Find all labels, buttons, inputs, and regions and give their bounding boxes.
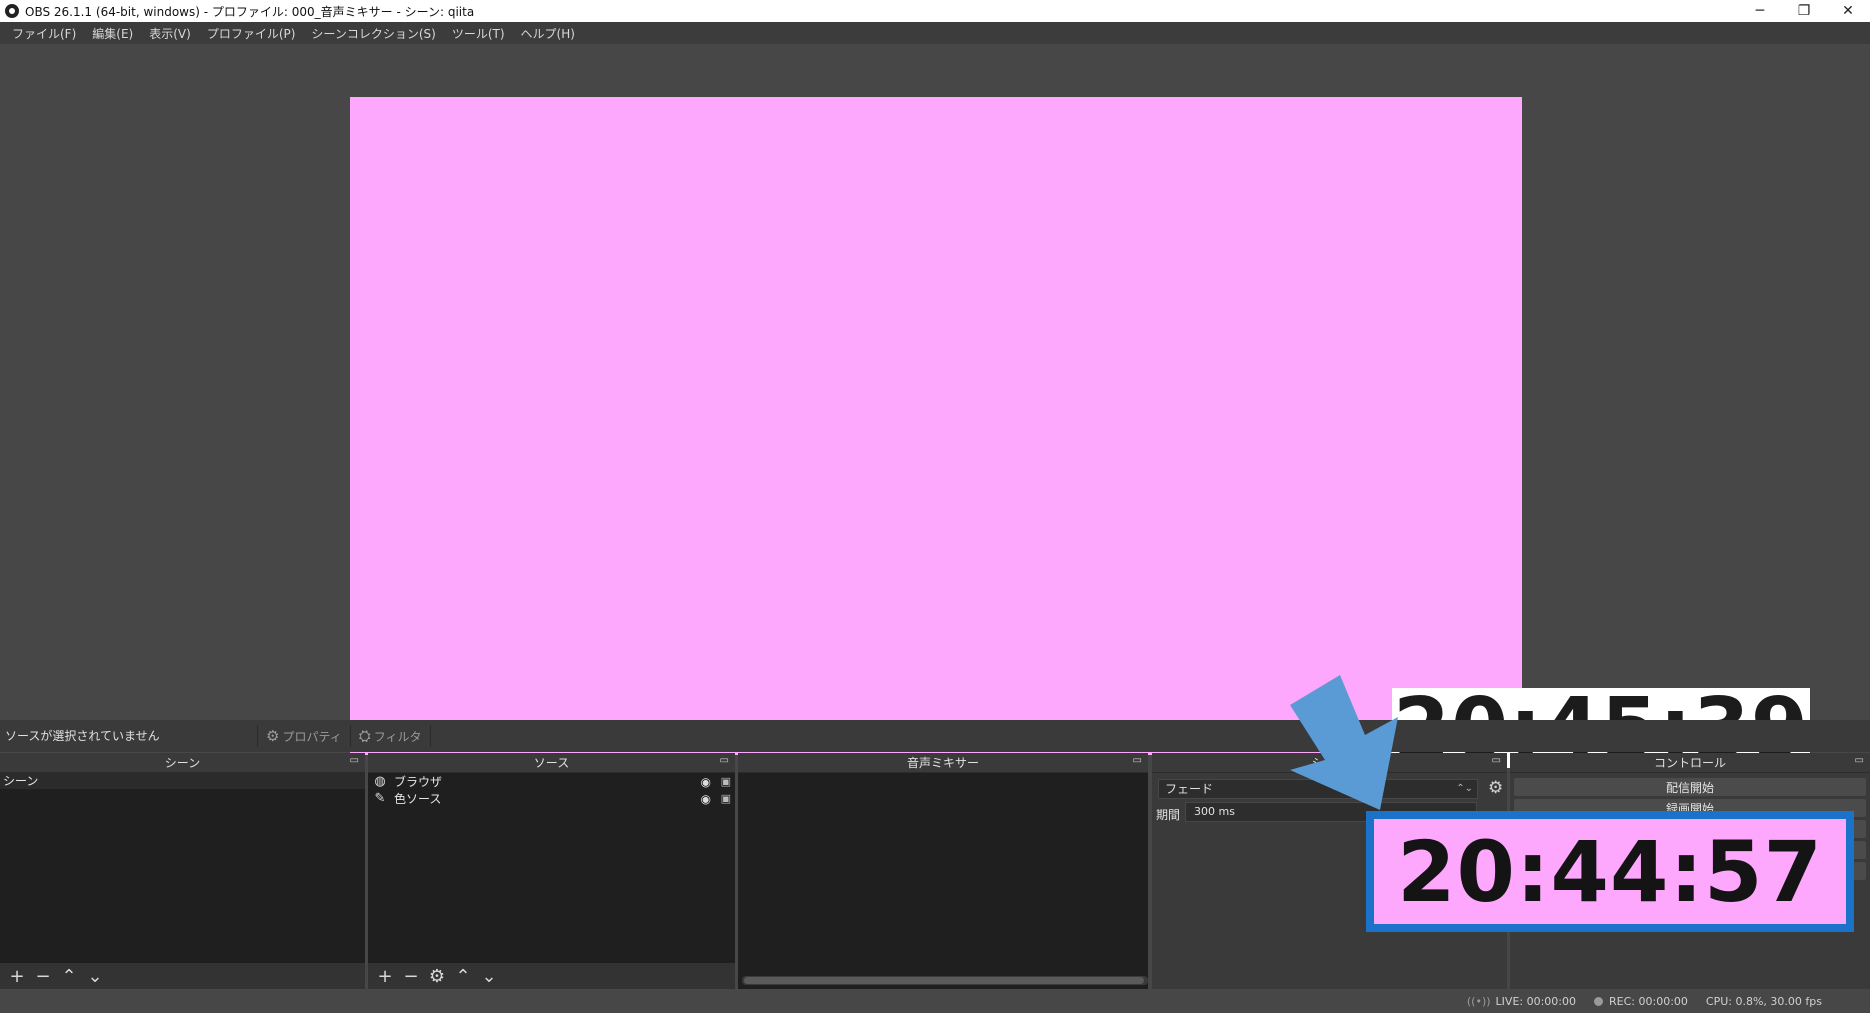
gear-icon: ⚙ bbox=[266, 727, 280, 745]
restore-button[interactable]: ❐ bbox=[1782, 0, 1826, 22]
dock-float-icon[interactable]: ▭ bbox=[720, 755, 729, 766]
source-context-bar: ソースが選択されていません ⚙ プロパティ ⛭ フィルタ bbox=[0, 720, 1870, 752]
menu-scene-collection[interactable]: シーンコレクション(S) bbox=[303, 25, 443, 42]
broadcast-icon: ((•)) bbox=[1466, 994, 1491, 1008]
scenes-list: シーン bbox=[0, 773, 365, 963]
add-source-button[interactable]: + bbox=[372, 965, 398, 987]
sources-list: ◍ ブラウザ ◉ ▣ ✎ 色ソース ◉ ▣ bbox=[368, 773, 735, 963]
controls-dock-header: コントロール ▭ bbox=[1510, 753, 1870, 773]
cpu-status: CPU: 0.8%, 30.00 fps bbox=[1706, 995, 1822, 1008]
duration-label: 期間 bbox=[1156, 808, 1181, 822]
gear-icon[interactable]: ⚙ bbox=[1488, 778, 1503, 798]
no-source-label: ソースが選択されていません bbox=[0, 725, 258, 747]
live-time: LIVE: 00:00:00 bbox=[1495, 994, 1577, 1008]
remove-source-button[interactable]: − bbox=[398, 965, 424, 987]
list-item[interactable]: ✎ 色ソース ◉ ▣ bbox=[368, 790, 735, 807]
filter-icon: ⛭ bbox=[358, 727, 371, 745]
add-scene-button[interactable]: + bbox=[4, 965, 30, 987]
mixer-dock-header: 音声ミキサー ▭ bbox=[738, 753, 1148, 773]
sources-dock-header: ソース ▭ bbox=[368, 753, 735, 773]
move-source-down-button[interactable]: ⌄ bbox=[476, 965, 502, 987]
dock-float-icon[interactable]: ▭ bbox=[1492, 755, 1501, 766]
audio-mixer-dock: 音声ミキサー ▭ bbox=[738, 753, 1148, 989]
mixer-dock-title: 音声ミキサー bbox=[906, 756, 979, 770]
source-label: 色ソース bbox=[394, 792, 442, 806]
remove-scene-button[interactable]: − bbox=[30, 965, 56, 987]
transition-selected-value: フェード bbox=[1165, 782, 1214, 796]
move-scene-down-button[interactable]: ⌄ bbox=[82, 965, 108, 987]
sources-dock: ソース ▭ ◍ ブラウザ ◉ ▣ ✎ 色ソース ◉ ▣ + − ⚙ ⌃ ⌄ bbox=[368, 753, 735, 989]
scenes-dock: シーン ▭ シーン + − ⌃ ⌄ bbox=[0, 753, 365, 989]
globe-icon: ◍ bbox=[374, 774, 386, 789]
status-bar: ((•)) LIVE: 00:00:00 REC: 00:00:00 CPU: … bbox=[0, 989, 1870, 1013]
controls-dock-title: コントロール bbox=[1653, 756, 1726, 770]
sources-dock-title: ソース bbox=[533, 756, 570, 770]
move-scene-up-button[interactable]: ⌃ bbox=[56, 965, 82, 987]
visibility-eye-icon[interactable]: ◉ bbox=[701, 775, 711, 789]
rec-status: REC: 00:00:00 bbox=[1594, 995, 1688, 1008]
properties-label: プロパティ bbox=[282, 729, 342, 744]
preview-canvas[interactable]: 20:45:39 bbox=[350, 97, 1810, 776]
dock-float-icon[interactable]: ▭ bbox=[1855, 755, 1864, 766]
scenes-dock-header: シーン ▭ bbox=[0, 753, 365, 773]
filters-button[interactable]: ⛭ フィルタ bbox=[351, 725, 431, 747]
sources-toolbar: + − ⚙ ⌃ ⌄ bbox=[368, 963, 735, 989]
scenes-dock-title: シーン bbox=[164, 756, 201, 770]
title-bar: OBS 26.1.1 (64-bit, windows) - プロファイル: 0… bbox=[0, 0, 1870, 22]
close-button[interactable]: ✕ bbox=[1826, 0, 1870, 22]
window-controls: ─ ❐ ✕ bbox=[1738, 0, 1870, 22]
menu-edit[interactable]: 編集(E) bbox=[84, 25, 141, 42]
cpu-fps: CPU: 0.8%, 30.00 fps bbox=[1705, 994, 1822, 1008]
live-status: ((•)) LIVE: 00:00:00 bbox=[1467, 995, 1576, 1008]
dock-float-icon[interactable]: ▭ bbox=[1133, 755, 1142, 766]
record-dot-icon bbox=[1594, 996, 1604, 1006]
list-item[interactable]: ◍ ブラウザ ◉ ▣ bbox=[368, 773, 735, 790]
preview-area: 20:45:39 bbox=[0, 44, 1870, 776]
start-streaming-button[interactable]: 配信開始 bbox=[1514, 778, 1866, 796]
chevron-updown-icon: ⌃⌄ bbox=[1456, 783, 1473, 794]
source-label: ブラウザ bbox=[394, 775, 443, 789]
window-title: OBS 26.1.1 (64-bit, windows) - プロファイル: 0… bbox=[25, 4, 475, 19]
menu-view[interactable]: 表示(V) bbox=[141, 25, 199, 42]
paint-brush-icon: ✎ bbox=[374, 791, 386, 806]
zoomed-clock-callout: 20:44:57 bbox=[1366, 811, 1854, 932]
rec-time: REC: 00:00:00 bbox=[1609, 994, 1688, 1008]
lock-icon[interactable]: ▣ bbox=[721, 775, 731, 788]
properties-button[interactable]: ⚙ プロパティ bbox=[258, 725, 351, 747]
lock-icon[interactable]: ▣ bbox=[721, 792, 731, 805]
move-source-up-button[interactable]: ⌃ bbox=[450, 965, 476, 987]
annotation-arrow-icon bbox=[1290, 675, 1398, 810]
source-properties-button[interactable]: ⚙ bbox=[424, 965, 450, 987]
scenes-toolbar: + − ⌃ ⌄ bbox=[0, 963, 365, 989]
list-item[interactable]: シーン bbox=[0, 773, 365, 789]
menu-help[interactable]: ヘルプ(H) bbox=[513, 25, 583, 42]
menu-file[interactable]: ファイル(F) bbox=[4, 25, 84, 42]
mixer-scrollbar[interactable] bbox=[742, 976, 1148, 985]
obs-logo-icon bbox=[5, 4, 19, 18]
dock-float-icon[interactable]: ▭ bbox=[350, 755, 359, 766]
scrollbar-thumb[interactable] bbox=[744, 977, 1144, 984]
filters-label: フィルタ bbox=[373, 729, 422, 744]
menu-profile[interactable]: プロファイル(P) bbox=[199, 25, 304, 42]
menu-tools[interactable]: ツール(T) bbox=[444, 25, 513, 42]
menu-bar: ファイル(F) 編集(E) 表示(V) プロファイル(P) シーンコレクション(… bbox=[0, 22, 1870, 44]
minimize-button[interactable]: ─ bbox=[1738, 0, 1782, 22]
mixer-body bbox=[738, 773, 1148, 989]
visibility-eye-icon[interactable]: ◉ bbox=[701, 792, 711, 806]
